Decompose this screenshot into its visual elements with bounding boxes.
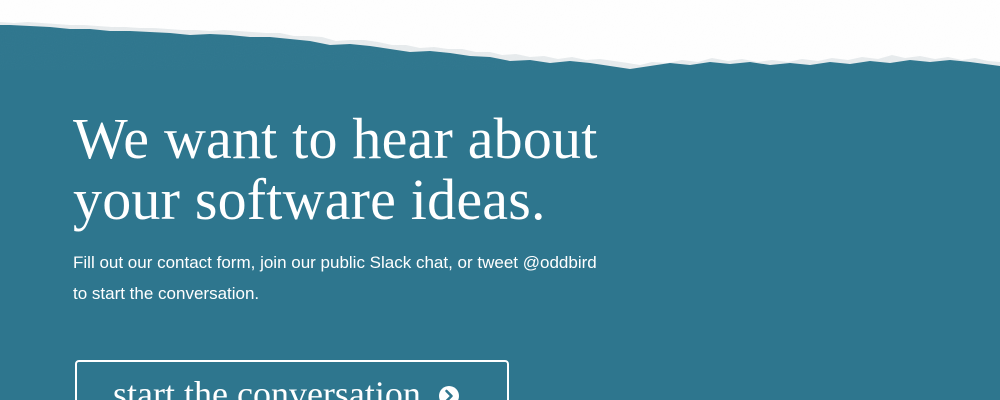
contact-cta-section: We want to hear about your software idea… [73, 108, 673, 309]
intro-text: Fill out our contact form, join our publ… [73, 247, 653, 309]
torn-paper-edge [0, 0, 1000, 70]
start-conversation-button[interactable]: start the conversation [75, 360, 509, 400]
headline-line-2: your software ideas. [73, 167, 546, 232]
intro-line-1: Fill out our contact form, join our publ… [73, 253, 597, 272]
chevron-right-circle-icon [438, 386, 459, 400]
headline-line-1: We want to hear about [73, 106, 598, 171]
page-headline: We want to hear about your software idea… [73, 108, 673, 230]
intro-line-2: to start the conversation. [73, 284, 260, 303]
start-conversation-label: start the conversation [113, 374, 421, 400]
